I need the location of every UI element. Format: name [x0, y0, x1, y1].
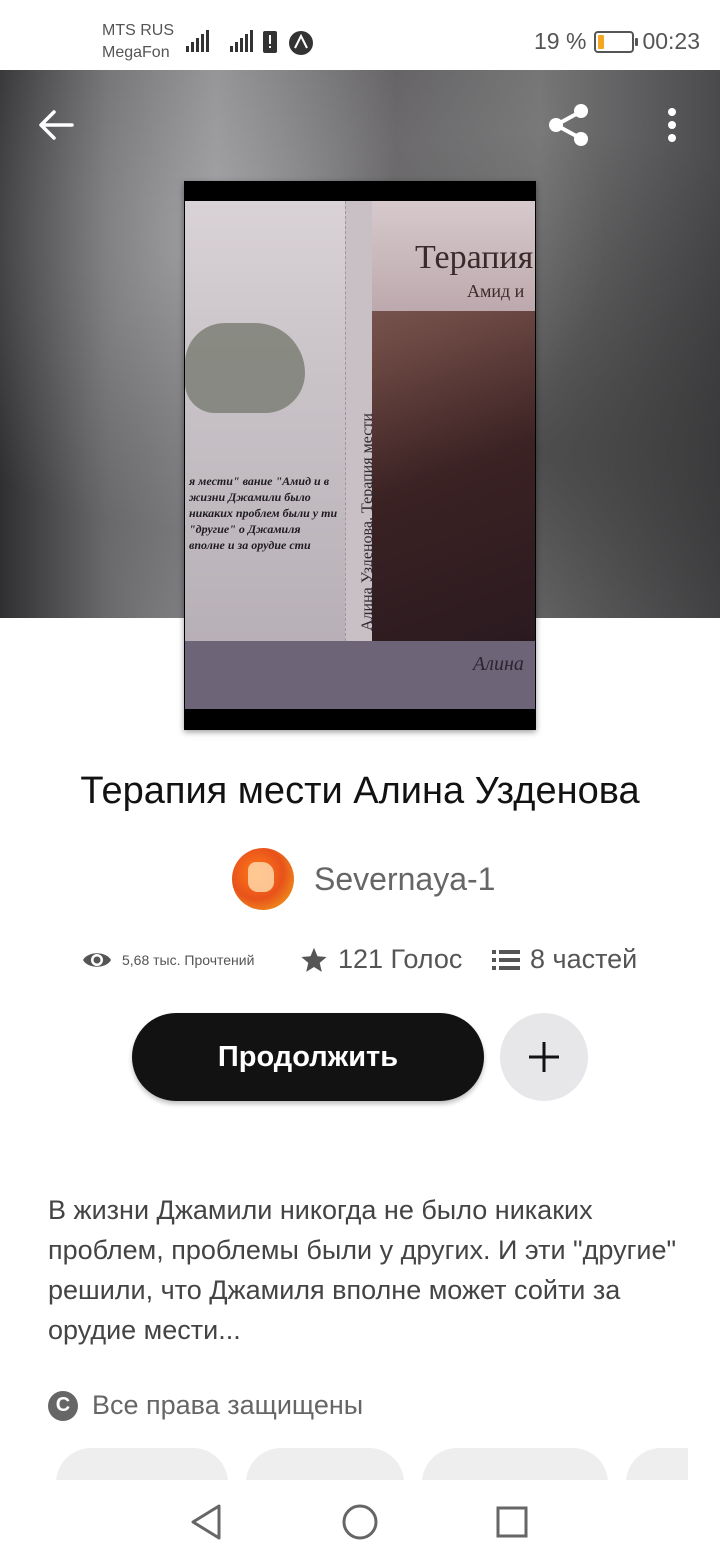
- list-icon: [492, 949, 520, 970]
- parts-stat[interactable]: 8 частей: [492, 944, 637, 975]
- book-title: Терапия мести Алина Узденова: [80, 770, 640, 812]
- sim-alert-icon: [262, 30, 286, 54]
- copyright-label: Все права защищены: [92, 1390, 364, 1420]
- nfc-icon: [288, 30, 313, 55]
- square-recents-icon: [496, 1506, 528, 1538]
- eye-icon: [83, 952, 111, 967]
- tag-chip[interactable]: [246, 1448, 404, 1480]
- tags-row: [56, 1448, 688, 1480]
- circle-home-icon: [342, 1504, 378, 1540]
- share-button[interactable]: [540, 97, 596, 153]
- continue-reading-button[interactable]: Продолжить: [132, 1013, 484, 1101]
- story-description: В жизни Джамили никогда не было никаких …: [48, 1195, 677, 1345]
- copyright-notice: C Все права защищены: [48, 1390, 363, 1421]
- battery-percent: 19 %: [534, 28, 587, 54]
- cover-subtitle: Амид и: [467, 281, 525, 301]
- more-vertical-icon: [668, 108, 676, 142]
- triangle-back-icon: [191, 1504, 221, 1540]
- nav-home-button[interactable]: [336, 1498, 384, 1546]
- author-name[interactable]: Severnaya-1: [314, 861, 495, 898]
- book-cover[interactable]: Терапия Амид и Алина Узденова. Терапия м…: [184, 181, 536, 730]
- cover-spine-text: Алина Узденова. Терапия мести: [359, 413, 376, 631]
- battery-icon: [594, 30, 639, 53]
- tag-chip[interactable]: [56, 1448, 228, 1480]
- cover-snippet: я мести" вание "Амид и в жизни Джамили б…: [189, 474, 338, 552]
- back-button[interactable]: [28, 97, 84, 153]
- carrier-name-2: MegaFon: [102, 44, 170, 61]
- reads-stat: 5,68 тыс. Прочтений: [82, 949, 300, 971]
- cover-art: Терапия Амид и Алина Узденова. Терапия м…: [185, 201, 535, 709]
- votes-count: 121 Голос: [338, 944, 463, 974]
- add-to-library-button[interactable]: [500, 1013, 588, 1101]
- reads-count: 5,68 тыс. Прочтений: [122, 951, 255, 968]
- status-right: 19 % 00:23: [534, 28, 700, 55]
- cover-author: Алина: [473, 653, 524, 675]
- more-options-button[interactable]: [644, 97, 700, 153]
- parts-count[interactable]: 8 частей: [530, 944, 637, 975]
- back-arrow-icon: [39, 110, 74, 140]
- share-icon: [549, 104, 588, 146]
- copyright-icon: C: [48, 1390, 78, 1421]
- cover-title: Терапия: [415, 239, 534, 276]
- tag-chip[interactable]: [422, 1448, 608, 1480]
- author-link[interactable]: Severnaya-1: [232, 848, 495, 910]
- carrier-name-1: MTS RUS: [102, 22, 174, 39]
- carrier-info: MTS RUS MegaFon: [102, 20, 174, 64]
- status-bar: MTS RUS MegaFon 19 % 00:23: [0, 0, 720, 70]
- nav-recents-button[interactable]: [488, 1498, 536, 1546]
- system-nav-bar: [0, 1480, 720, 1560]
- story-stats: 5,68 тыс. Прочтений 121 Голос 8 частей: [82, 944, 637, 975]
- clock: 00:23: [642, 28, 700, 54]
- star-icon: [301, 947, 327, 972]
- signal-1-icon: [186, 30, 209, 52]
- nav-back-button[interactable]: [182, 1498, 230, 1546]
- avatar[interactable]: [232, 848, 294, 910]
- plus-icon: [529, 1042, 559, 1072]
- signal-2-icon: [230, 30, 253, 52]
- tag-chip[interactable]: [626, 1448, 688, 1480]
- votes-stat: 121 Голос: [300, 944, 492, 975]
